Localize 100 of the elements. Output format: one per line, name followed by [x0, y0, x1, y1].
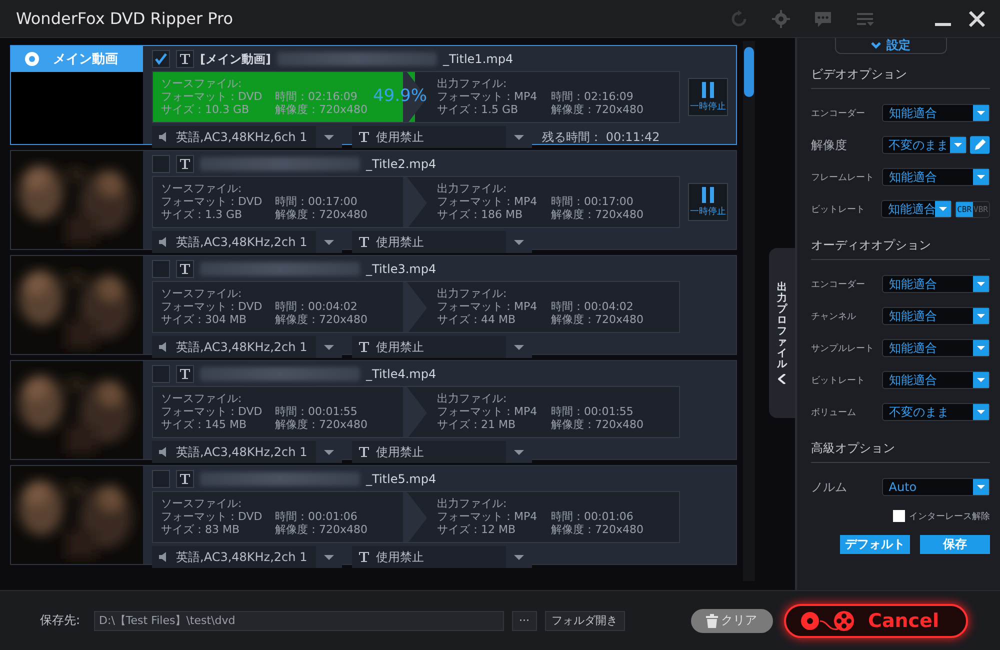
settings-header[interactable]: 設定: [834, 38, 946, 54]
checkbox[interactable]: [152, 260, 170, 278]
audio-track-dropdown[interactable]: 英語,AC3,48KHz,2ch 1: [152, 336, 342, 358]
text-icon: [179, 473, 191, 485]
option-select[interactable]: 不変のまま: [882, 403, 990, 421]
audio-track-dropdown[interactable]: 英語,AC3,48KHz,2ch 1: [152, 546, 342, 568]
pause-icon: [701, 82, 715, 98]
format-text: フォーマット：MP4: [437, 509, 538, 522]
size-text: サイズ：145 MB: [161, 417, 248, 430]
trash-icon: [706, 614, 718, 628]
chevron-down-icon: [870, 42, 880, 50]
text-icon: [358, 131, 370, 143]
option-select[interactable]: 知能適合: [882, 275, 990, 293]
subtitle-dropdown[interactable]: 使用禁止: [352, 441, 532, 463]
pencil-icon[interactable]: [970, 136, 990, 154]
subtitle-dropdown[interactable]: 使用禁止: [352, 231, 532, 253]
arrow-icon: [403, 492, 429, 542]
resolution-text: 解像度：720x480: [275, 207, 368, 220]
caret-icon: [973, 340, 989, 356]
option-label: ボリューム: [811, 406, 857, 418]
option-label: エンコーダー: [811, 278, 866, 290]
checkbox[interactable]: [152, 155, 170, 173]
output-label: 出力ファイル:: [437, 496, 508, 509]
checkbox[interactable]: [893, 510, 905, 522]
format-text: フォーマット：MP4: [437, 299, 538, 312]
caret-icon: [506, 126, 532, 148]
duration-text: 時間：00:04:02: [551, 299, 634, 312]
audio-track-dropdown[interactable]: 英語,AC3,48KHz,2ch 1: [152, 441, 342, 463]
pause-button[interactable]: 一時停止: [688, 183, 728, 221]
subtitle-edit-button[interactable]: [176, 365, 194, 383]
caret-icon: [506, 441, 532, 463]
open-folder-button[interactable]: フォルダ開き: [544, 610, 625, 630]
caret-icon: [950, 137, 966, 153]
browse-button[interactable]: ···: [512, 610, 537, 630]
pause-button[interactable]: 一時停止: [688, 78, 728, 116]
caret-icon: [973, 308, 989, 324]
option-select[interactable]: 不変のまま: [882, 136, 968, 154]
caret-icon: [973, 479, 989, 495]
close-icon[interactable]: [968, 10, 986, 28]
title-card[interactable]: _Title2.mp4 ソースファイル: フォーマット：DVD 時間：00:17:00 サイズ：1.3 GB 解像度：720x480 出力ファイル: フォーマット：MP4 時間：00:17:00 サイズ：186 MB 解像度：720x480 一時停止 英語,AC3,48KHz,2ch 1 使用禁止: [10, 150, 738, 250]
duration-text: 時間：00:01:55: [551, 404, 634, 417]
caret-icon: [316, 441, 342, 463]
output-label: 出力ファイル:: [437, 391, 508, 404]
text-icon: [179, 368, 191, 380]
checkbox[interactable]: [152, 365, 170, 383]
duration-text: 時間：00:01:06: [551, 509, 634, 522]
subtitle-edit-button[interactable]: [176, 470, 194, 488]
option-select[interactable]: 知能適合: [882, 104, 990, 122]
bitrate-mode-toggle[interactable]: CBR: [956, 202, 973, 216]
remaining-time: 残る時間： 00:11:42: [542, 128, 660, 146]
resolution-text: 解像度：720x480: [551, 312, 644, 325]
size-text: サイズ：21 MB: [437, 417, 517, 430]
format-text: フォーマット：DVD: [161, 89, 264, 102]
text-icon: [358, 446, 370, 458]
checkbox[interactable]: [152, 470, 170, 488]
option-label: エンコーダー: [811, 108, 866, 120]
option-label: チャンネル: [811, 310, 857, 322]
subtitle-edit-button[interactable]: [176, 50, 194, 68]
title-card[interactable]: _Title3.mp4 ソースファイル: フォーマット：DVD 時間：00:04:02 サイズ：304 MB 解像度：720x480 出力ファイル: フォーマット：MP4 時間：00:04:02 サイズ：44 MB 解像度：720x480 英語,AC3,48KHz,2ch 1 使用禁止: [10, 255, 738, 355]
chevron-left-icon: [778, 374, 786, 384]
subtitle-edit-button[interactable]: [176, 155, 194, 173]
output-profile-tab[interactable]: 出力プロファイル: [769, 248, 795, 418]
audio-track-dropdown[interactable]: 英語,AC3,48KHz,6ch 1: [152, 126, 342, 148]
caret-icon: [973, 105, 989, 121]
caret-icon: [316, 336, 342, 358]
title-card[interactable]: _Title5.mp4 ソースファイル: フォーマット：DVD 時間：00:01:06 サイズ：83 MB 解像度：720x480 出力ファイル: フォーマット：MP4 時間：00:01:06 サイズ：12 MB 解像度：720x480 英語,AC3,48KHz,2ch 1 使用禁止: [10, 465, 738, 565]
size-text: サイズ：186 MB: [437, 207, 524, 220]
caret-icon: [506, 231, 532, 253]
subtitle-dropdown[interactable]: 使用禁止: [352, 126, 532, 148]
source-label: ソースファイル:: [161, 181, 243, 194]
option-select[interactable]: 知能適合: [882, 371, 990, 389]
text-icon: [179, 263, 191, 275]
arrow-icon: [403, 282, 429, 332]
subtitle-dropdown[interactable]: 使用禁止: [352, 336, 532, 358]
option-select[interactable]: 知能適合: [880, 200, 952, 218]
checkbox[interactable]: [152, 50, 170, 68]
arrow-icon: [403, 387, 429, 437]
section-title: 高級オプション: [811, 428, 990, 463]
text-icon: [179, 158, 191, 170]
format-text: フォーマット：MP4: [437, 89, 538, 102]
caret-icon: [506, 336, 532, 358]
pause-icon: [701, 186, 715, 202]
caret-icon: [316, 546, 342, 568]
subtitle-dropdown[interactable]: 使用禁止: [352, 546, 532, 568]
option-select[interactable]: 知能適合: [882, 339, 990, 357]
subtitle-edit-button[interactable]: [176, 260, 194, 278]
duration-text: 時間：00:17:00: [275, 194, 358, 207]
title-card[interactable]: _Title4.mp4 ソースファイル: フォーマット：DVD 時間：00:01:55 サイズ：145 MB 解像度：720x480 出力ファイル: フォーマット：MP4 時間：00:01:55 サイズ：21 MB 解像度：720x480 英語,AC3,48KHz,2ch 1 使用禁止: [10, 360, 738, 460]
output-path-field[interactable]: D:\【Test Files】\test\dvd: [94, 610, 504, 630]
cancel-button[interactable]: Cancel: [784, 604, 968, 638]
size-text: サイズ：44 MB: [437, 312, 517, 325]
scrollbar[interactable]: [743, 41, 756, 581]
format-text: フォーマット：DVD: [161, 404, 264, 417]
audio-track-dropdown[interactable]: 英語,AC3,48KHz,2ch 1: [152, 231, 342, 253]
option-select[interactable]: 知能適合: [882, 168, 990, 186]
file-name: _Title1.mp4: [442, 52, 514, 66]
option-select[interactable]: Auto: [882, 478, 990, 496]
output-label: 出力ファイル:: [437, 76, 508, 89]
option-select[interactable]: 知能適合: [882, 307, 990, 325]
caret-icon: [935, 201, 952, 217]
